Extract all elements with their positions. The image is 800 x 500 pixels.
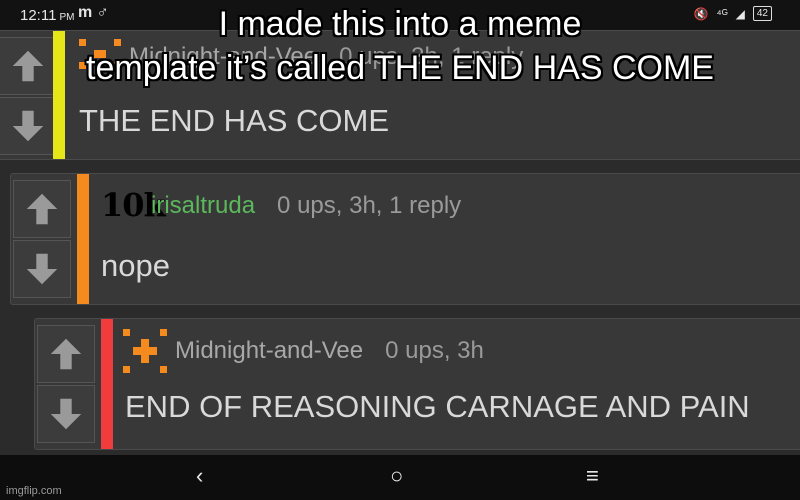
comment-stats: 0 ups, 3h [385, 337, 484, 364]
comment-meta: irisaltruda 0 ups, 3h, 1 reply [151, 192, 461, 220]
comment-text: nope [101, 248, 170, 283]
comment-meta: Midnight-and-Vee 0 ups, 3h [175, 337, 484, 365]
comment-2: 10k irisaltruda 0 ups, 3h, 1 reply nope [10, 173, 800, 305]
up-arrow-icon [26, 193, 58, 225]
downvote-button[interactable] [37, 385, 95, 443]
comment-text: THE END HAS COME [79, 103, 390, 138]
downvote-button[interactable] [0, 97, 57, 155]
comment-3: Midnight-and-Vee 0 ups, 3h END OF REASONI… [34, 318, 800, 450]
user-avatar-icon [121, 327, 169, 375]
caption-line-1: I made this into a meme [218, 5, 582, 43]
upvote-button[interactable] [37, 325, 95, 383]
home-icon[interactable]: ○ [390, 463, 403, 489]
down-arrow-icon [26, 253, 58, 285]
upvote-button[interactable] [13, 180, 71, 238]
navigation-bar: ‹ ○ ≡ [0, 455, 800, 500]
up-arrow-icon [50, 338, 82, 370]
comment-depth-bar [77, 174, 89, 304]
down-arrow-icon [12, 110, 44, 142]
recents-icon[interactable]: ≡ [586, 463, 599, 489]
down-arrow-icon [50, 398, 82, 430]
comment-stats: 0 ups, 3h, 1 reply [277, 192, 462, 219]
vote-column [35, 319, 97, 449]
username-link[interactable]: Midnight-and-Vee [175, 337, 363, 364]
username-link[interactable]: irisaltruda [151, 192, 255, 219]
caption-line-2: template it’s called THE END HAS COME [86, 49, 714, 87]
downvote-button[interactable] [13, 240, 71, 298]
back-icon[interactable]: ‹ [196, 463, 203, 489]
watermark: imgflip.com [6, 485, 62, 497]
vote-column [11, 174, 73, 304]
meme-caption: I made this into a meme template it’s ca… [0, 2, 800, 90]
comment-text: END OF REASONING CARNAGE AND PAIN [125, 389, 750, 424]
comment-depth-bar [101, 319, 113, 449]
